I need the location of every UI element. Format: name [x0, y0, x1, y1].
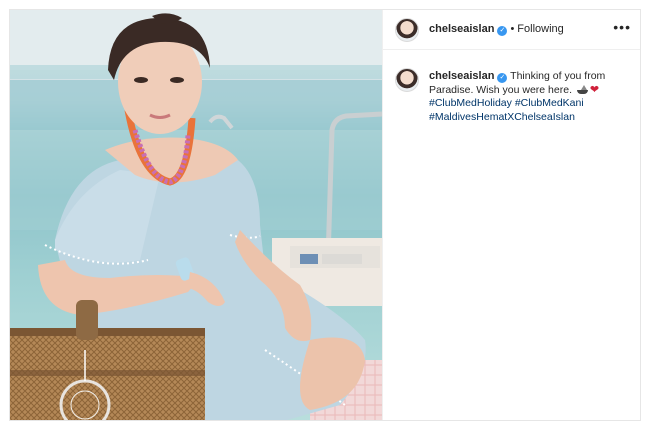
caption-verified-badge-icon: ✓ [497, 73, 508, 83]
header-line: chelseaislan ✓ • Following [429, 23, 564, 36]
instagram-post: chelseaislan ✓ • Following ••• chelseaislan… [9, 9, 641, 421]
boat-icon [576, 84, 588, 94]
heart-icon: ❤ [589, 83, 600, 96]
post-photo[interactable] [10, 10, 382, 420]
separator-dot: • [510, 23, 515, 35]
following-button[interactable]: Following [517, 23, 563, 35]
caption-avatar[interactable] [395, 68, 419, 92]
photo-illustration [10, 10, 382, 420]
post-sidebar: chelseaislan ✓ • Following ••• chelseaislan… [382, 10, 640, 420]
more-options-icon[interactable]: ••• [613, 19, 631, 35]
caption-username-link[interactable]: chelseaislan [429, 70, 494, 82]
caption-body: chelseaislan ✓ Thinking of you from Parad… [429, 70, 639, 124]
post-header: chelseaislan ✓ • Following ••• [383, 10, 640, 50]
hashtag-link[interactable]: #MaldivesHematXChelseaIslan [429, 111, 575, 123]
avatar[interactable] [395, 18, 419, 42]
hashtag-link[interactable]: #ClubMedHoliday [429, 97, 512, 109]
username-link[interactable]: chelseaislan [429, 23, 494, 35]
verified-badge-icon: ✓ [497, 26, 508, 36]
hashtag-link[interactable]: #ClubMedKani [515, 97, 584, 109]
